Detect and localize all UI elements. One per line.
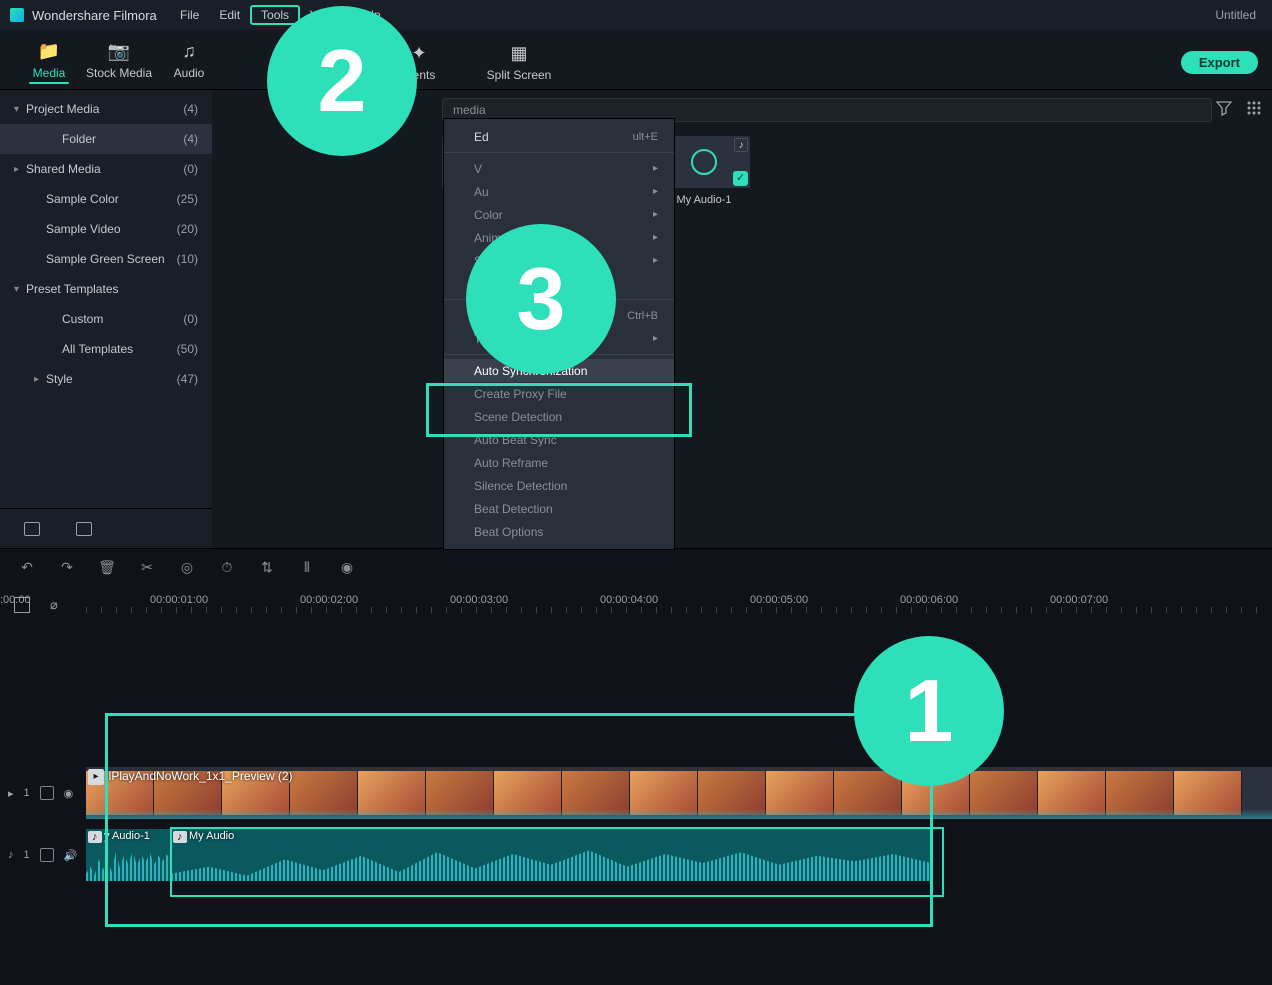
sidebar-item-sample-video[interactable]: Sample Video(20) <box>0 214 212 244</box>
audio-track[interactable]: ♪ 1 🔊 ♪ y Audio-1 ♪ My Audio <box>0 827 1272 883</box>
sidebar-item-preset-templates[interactable]: ▾Preset Templates <box>0 274 212 304</box>
undo-icon[interactable]: ↶ <box>18 558 36 576</box>
video-track-badge: ▸ <box>8 787 14 800</box>
nav-audio[interactable]: ♫Audio <box>154 41 224 84</box>
speed-icon[interactable]: ⏱ <box>218 558 236 576</box>
lock-icon[interactable] <box>40 786 54 800</box>
clip-play-icon: ▸ <box>88 769 104 785</box>
record-icon[interactable]: ◉ <box>338 558 356 576</box>
audio-track-index: 1 <box>24 849 30 861</box>
folder-icon: 📁 <box>14 41 84 62</box>
audio-track-badge: ♪ <box>8 849 14 861</box>
chevron-right-icon: ▸ <box>653 232 658 243</box>
ruler-tick: 00:00:05:00 <box>750 594 808 606</box>
menu-item-beat-detection: Beat Detection <box>444 497 674 520</box>
audio-note-icon: ♪ <box>88 831 102 843</box>
nav-split-screen[interactable]: ▦Split Screen <box>484 43 554 82</box>
nav-media[interactable]: 📁Media <box>14 41 84 84</box>
ruler-tick: 00:00:04:00 <box>600 594 658 606</box>
ruler-tick: 00:00:01:00 <box>150 594 208 606</box>
chevron-right-icon: ▸ <box>653 333 658 344</box>
menu-item-beat-options: Beat Options <box>444 520 674 543</box>
timeline-ruler[interactable]: :00:0000:00:01:0000:00:02:0000:00:03:000… <box>0 585 1272 615</box>
lock-icon[interactable] <box>40 848 54 862</box>
sidebar-item-style[interactable]: ▸Style(47) <box>0 364 212 394</box>
sidebar-item-project-media[interactable]: ▾Project Media(4) <box>0 94 212 124</box>
grid-icon: ▦ <box>484 43 554 64</box>
sidebar-item-shared-media[interactable]: ▸Shared Media(0) <box>0 154 212 184</box>
mute-icon[interactable]: 🔊 <box>64 849 78 862</box>
sidebar-footer <box>0 508 212 548</box>
open-folder-icon[interactable] <box>76 522 92 536</box>
new-folder-icon[interactable] <box>24 522 40 536</box>
step-badge-1: 1 <box>854 636 1004 786</box>
sidebar-item-custom[interactable]: Custom(0) <box>0 304 212 334</box>
ruler-tick: 00:00:03:00 <box>450 594 508 606</box>
menubar: FileEditToolsViewHelp <box>0 3 1272 27</box>
sidebar: ▾Project Media(4)Folder(4)▸Shared Media(… <box>0 90 212 548</box>
menu-item-create-proxy-file: Create Proxy File <box>444 382 674 405</box>
audio-note-icon: ♪ <box>173 831 187 843</box>
step-badge-2: 2 <box>267 6 417 156</box>
delete-icon[interactable]: 🗑 <box>98 558 116 576</box>
timeline: ↶ ↷ 🗑 ✂ ◎ ⏱ ⇅ ⦀ ◉ :00:0000:00:01:0000:00… <box>0 548 1272 985</box>
sidebar-item-sample-green-screen[interactable]: Sample Green Screen(10) <box>0 244 212 274</box>
ruler-tick: 00:00:06:00 <box>900 594 958 606</box>
video-track-index: 1 <box>24 787 30 799</box>
grid-view-icon[interactable] <box>1246 100 1262 116</box>
audio-clip2-label: My Audio <box>189 830 234 842</box>
audio-clip-2[interactable]: ♪ My Audio <box>171 829 931 881</box>
audio-icon[interactable]: ⦀ <box>298 558 316 576</box>
export-button[interactable]: Export <box>1181 51 1258 74</box>
menu-item-auto-beat-sync: Auto Beat Sync <box>444 428 674 451</box>
visibility-icon[interactable]: ◉ <box>64 787 74 800</box>
top-nav: 📁Media📷Stock Media♫Audio ✦ments▦Split Sc… <box>0 30 1272 90</box>
menu-item-ed[interactable]: Edult+E <box>444 125 674 148</box>
camera-icon: 📷 <box>84 41 154 62</box>
menu-file[interactable]: File <box>170 6 209 24</box>
step-badge-3: 3 <box>466 224 616 374</box>
menu-tools[interactable]: Tools <box>250 5 300 25</box>
redo-icon[interactable]: ↷ <box>58 558 76 576</box>
timeline-tracks: ▸ 1 ◉ ▸ llPlayAndNoWork_1x1_Preview (2) … <box>0 765 1272 883</box>
music-icon: ♫ <box>154 41 224 62</box>
audio-clip-1[interactable]: ♪ y Audio-1 <box>86 829 171 881</box>
video-clip[interactable]: ▸ llPlayAndNoWork_1x1_Preview (2) <box>86 767 1272 819</box>
timeline-mode-icon[interactable] <box>14 597 30 613</box>
search-placeholder: media <box>453 103 486 117</box>
audio-clip1-label: y Audio-1 <box>104 830 150 842</box>
music-note-icon: ♪ <box>734 138 748 152</box>
timeline-toolbar: ↶ ↷ 🗑 ✂ ◎ ⏱ ⇅ ⦀ ◉ <box>0 549 1272 585</box>
ruler-tick: 00:00:02:00 <box>300 594 358 606</box>
sidebar-item-sample-color[interactable]: Sample Color(25) <box>0 184 212 214</box>
menu-edit[interactable]: Edit <box>209 6 250 24</box>
menu-item-scene-detection: Scene Detection <box>444 405 674 428</box>
adjust-icon[interactable]: ⇅ <box>258 558 276 576</box>
check-icon: ✓ <box>733 171 748 186</box>
video-track[interactable]: ▸ 1 ◉ ▸ llPlayAndNoWork_1x1_Preview (2) <box>0 765 1272 821</box>
menu-item-silence-detection: Silence Detection <box>444 474 674 497</box>
chevron-right-icon: ▸ <box>653 163 658 174</box>
link-icon[interactable]: ⌀ <box>50 597 58 613</box>
color-icon[interactable]: ◎ <box>178 558 196 576</box>
menu-item-color: Color▸ <box>444 203 674 226</box>
filter-icon[interactable] <box>1216 100 1232 116</box>
menu-item-au: Au▸ <box>444 180 674 203</box>
chevron-right-icon: ▸ <box>653 209 658 220</box>
nav-stock-media[interactable]: 📷Stock Media <box>84 41 154 84</box>
sidebar-item-folder[interactable]: Folder(4) <box>0 124 212 154</box>
video-clip-label: llPlayAndNoWork_1x1_Preview (2) <box>106 769 293 783</box>
chevron-right-icon: ▸ <box>653 255 658 266</box>
library-panel: media ♪✓Audio♪✓AllPlayAndNoW…♪✓My Audio-… <box>212 90 1272 548</box>
chevron-right-icon: ▸ <box>653 186 658 197</box>
cut-icon[interactable]: ✂ <box>138 558 156 576</box>
sidebar-item-all-templates[interactable]: All Templates(50) <box>0 334 212 364</box>
menu-item-auto-reframe: Auto Reframe <box>444 451 674 474</box>
ruler-tick: 00:00:07:00 <box>1050 594 1108 606</box>
menu-item-v: V▸ <box>444 157 674 180</box>
